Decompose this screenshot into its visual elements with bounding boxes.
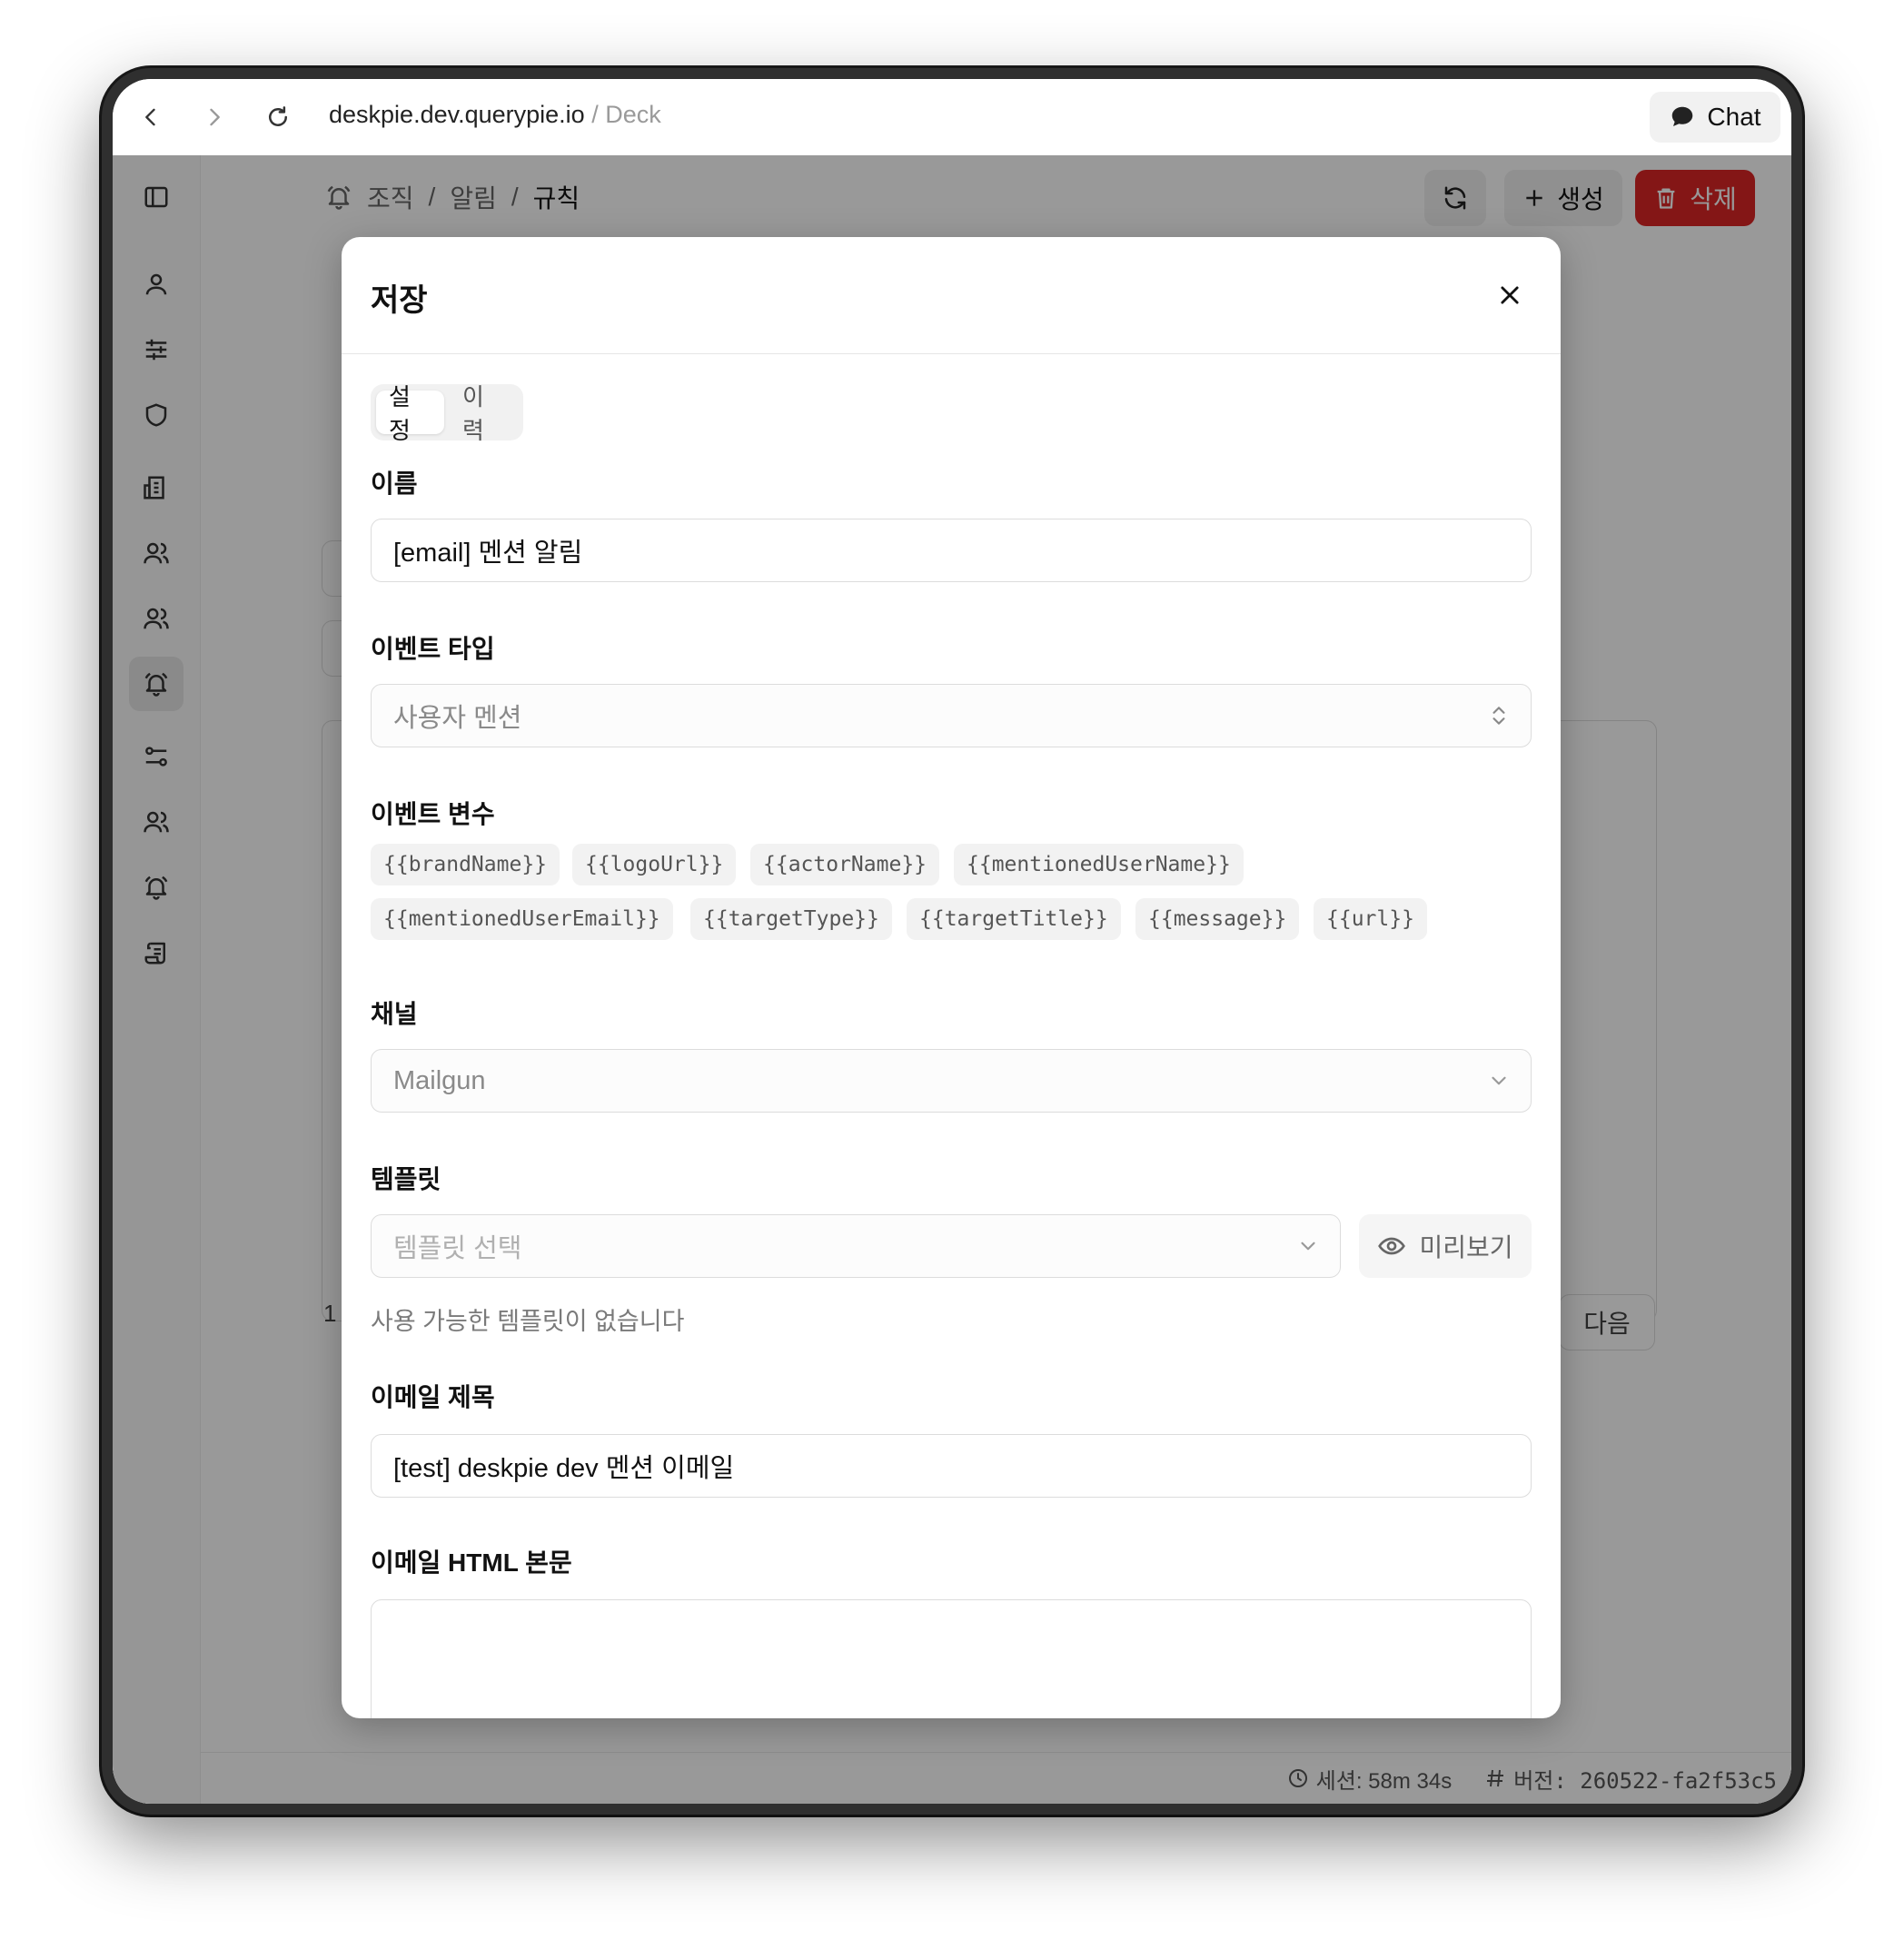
device-frame: deskpie.dev.querypie.io / Deck Chat 조직 /… xyxy=(102,68,1802,1815)
address-bar[interactable]: deskpie.dev.querypie.io / Deck xyxy=(329,101,661,129)
dialog-header: 저장 xyxy=(342,237,1561,354)
close-button[interactable] xyxy=(1492,277,1528,313)
name-value: [email] 멘션 알림 xyxy=(393,539,583,568)
chevron-left-icon xyxy=(145,108,155,126)
event-type-select[interactable]: 사용자 멘션 xyxy=(371,684,1532,747)
variable-chip[interactable]: {{targetType}} xyxy=(690,898,892,940)
chat-bubble-icon xyxy=(1672,106,1693,126)
reload-icon xyxy=(269,106,287,126)
event-type-label: 이벤트 타입 xyxy=(371,635,495,663)
save-dialog: 저장 설정 이력 이름 [email] 멘션 알림 이벤트 타입 사용자 멘션 xyxy=(342,237,1561,1718)
screen: deskpie.dev.querypie.io / Deck Chat 조직 /… xyxy=(113,79,1791,1804)
variable-chip[interactable]: {{brandName}} xyxy=(371,844,560,885)
email-subject-input[interactable]: [test] deskpie dev 멘션 이메일 xyxy=(371,1434,1532,1498)
back-button[interactable] xyxy=(129,95,173,139)
close-icon xyxy=(1501,286,1519,304)
chat-button[interactable]: Chat xyxy=(1650,92,1780,143)
chevrons-up-down-icon xyxy=(1492,707,1505,725)
dialog-body: 설정 이력 이름 [email] 멘션 알림 이벤트 타입 사용자 멘션 이벤트… xyxy=(371,353,1532,1718)
preview-label: 미리보기 xyxy=(1419,1233,1513,1261)
forward-button[interactable] xyxy=(193,95,236,139)
template-label: 템플릿 xyxy=(371,1165,441,1193)
channel-label: 채널 xyxy=(371,1000,418,1028)
variable-chip[interactable]: {{url}} xyxy=(1314,898,1427,940)
event-vars-label: 이벤트 변수 xyxy=(371,800,495,828)
reload-button[interactable] xyxy=(256,95,300,139)
browser-bar: deskpie.dev.querypie.io / Deck Chat xyxy=(113,79,1791,156)
name-label: 이름 xyxy=(371,470,418,498)
chevron-down-icon xyxy=(1301,1242,1315,1251)
tab-settings[interactable]: 설정 xyxy=(376,383,444,444)
eye-icon xyxy=(1378,1237,1406,1255)
event-type-value: 사용자 멘션 xyxy=(393,704,522,733)
preview-button[interactable]: 미리보기 xyxy=(1359,1214,1532,1278)
channel-value: Mailgun xyxy=(393,1065,486,1095)
variable-chip[interactable]: {{mentionedUserName}} xyxy=(954,844,1244,885)
tab-history[interactable]: 이력 xyxy=(450,383,518,444)
variable-chip[interactable]: {{message}} xyxy=(1135,898,1300,940)
variable-chip[interactable]: {{logoUrl}} xyxy=(572,844,737,885)
email-html-label: 이메일 HTML 본문 xyxy=(371,1548,572,1577)
dialog-title: 저장 xyxy=(371,283,428,318)
email-subject-label: 이메일 제목 xyxy=(371,1383,495,1411)
url-suffix: Deck xyxy=(605,101,661,128)
dialog-tabs: 설정 이력 xyxy=(371,383,523,444)
variable-chip[interactable]: {{actorName}} xyxy=(750,844,940,885)
name-input[interactable]: [email] 멘션 알림 xyxy=(371,519,1532,582)
template-helper-text: 사용 가능한 템플릿이 없습니다 xyxy=(371,1308,685,1335)
template-placeholder: 템플릿 선택 xyxy=(393,1234,522,1263)
email-html-textarea[interactable] xyxy=(371,1599,1532,1718)
url-host: deskpie.dev.querypie.io xyxy=(329,101,585,128)
chevron-down-icon xyxy=(1492,1076,1506,1085)
variable-chip[interactable]: {{mentionedUserEmail}} xyxy=(371,898,673,940)
variable-chip[interactable]: {{targetTitle}} xyxy=(907,898,1121,940)
channel-select[interactable]: Mailgun xyxy=(371,1049,1532,1113)
chat-label: Chat xyxy=(1707,103,1761,131)
template-select[interactable]: 템플릿 선택 xyxy=(371,1214,1341,1278)
url-separator: / xyxy=(591,101,599,128)
chevron-right-icon xyxy=(210,108,220,126)
email-subject-value: [test] deskpie dev 멘션 이메일 xyxy=(393,1454,735,1483)
